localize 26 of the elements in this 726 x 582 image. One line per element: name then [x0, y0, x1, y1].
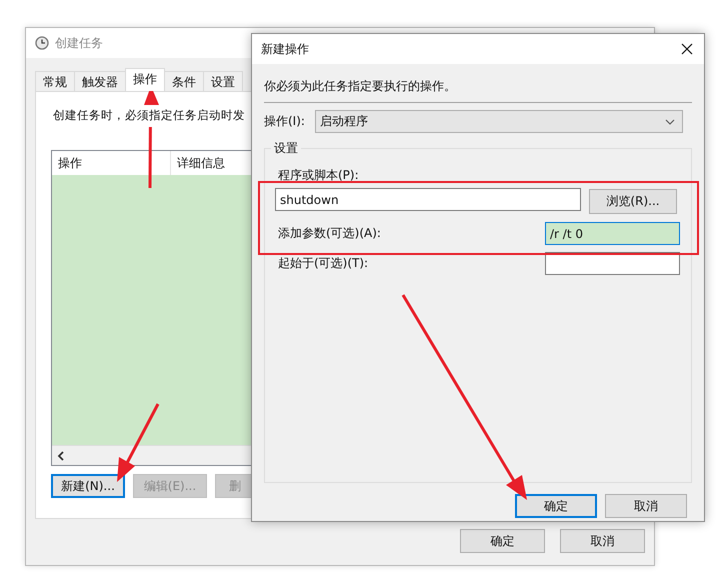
list-button[interactable]: 新建(N)... — [51, 474, 125, 498]
tab[interactable]: 设置 — [203, 71, 243, 91]
tab[interactable]: 触发器 — [74, 71, 126, 91]
dialog-title: 新建操作 — [261, 40, 309, 58]
instruction-text: 你必须为此任务指定要执行的操作。 — [264, 78, 457, 95]
field-label: 添加参数(可选)(A): — [278, 225, 381, 242]
field-label: 起始于(可选)(T): — [278, 255, 368, 272]
tab[interactable]: 常规 — [35, 71, 75, 91]
field-label: 操作(I): — [264, 113, 306, 130]
browse-button[interactable]: 浏览(R)... — [589, 189, 677, 214]
chevron-down-icon — [665, 118, 675, 124]
input-field[interactable] — [545, 252, 680, 275]
tab[interactable]: 条件 — [164, 71, 204, 91]
dialog-button[interactable]: 取消 — [560, 529, 645, 553]
tab[interactable]: 操作 — [125, 68, 165, 91]
description-text: 创建任务时，必须指定任务启动时发 — [53, 108, 245, 123]
action-dropdown[interactable]: 启动程序 — [315, 110, 683, 133]
scroll-left-icon[interactable] — [57, 450, 65, 460]
clock-icon — [35, 36, 49, 50]
close-icon[interactable] — [681, 43, 693, 55]
program-field[interactable]: shutdown — [275, 188, 581, 211]
window-title: 创建任务 — [55, 34, 103, 52]
input-field[interactable]: /r /t 0 — [545, 222, 680, 245]
dialog-button[interactable]: 取消 — [605, 494, 687, 518]
dialog-button[interactable]: 确定 — [515, 494, 597, 518]
dialog-button[interactable]: 确定 — [460, 529, 545, 553]
